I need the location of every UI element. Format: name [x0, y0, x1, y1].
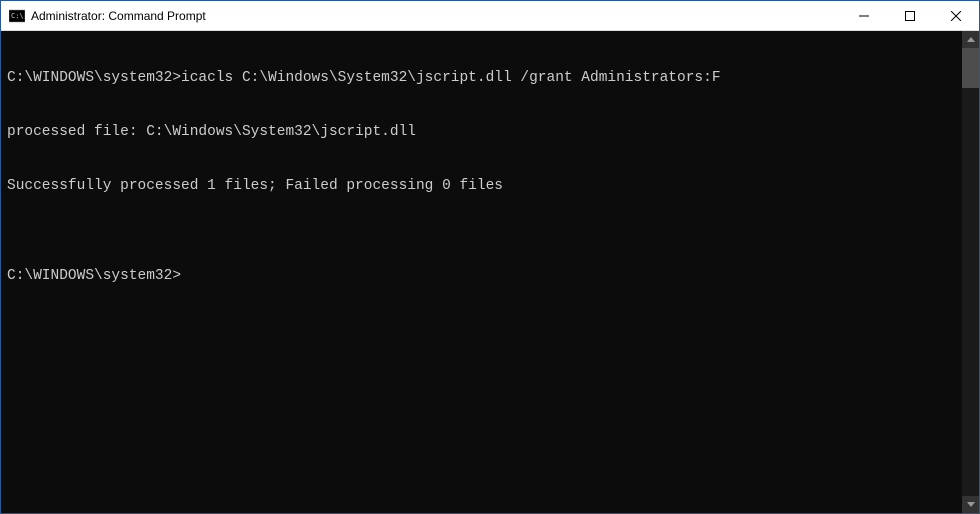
terminal-line: processed file: C:\Windows\System32\jscr… — [7, 123, 962, 141]
vertical-scrollbar[interactable] — [962, 31, 979, 513]
svg-text:C:\: C:\ — [11, 12, 24, 20]
titlebar[interactable]: C:\ Administrator: Command Prompt — [1, 1, 979, 31]
terminal[interactable]: C:\WINDOWS\system32>icacls C:\Windows\Sy… — [1, 31, 962, 513]
terminal-line: C:\WINDOWS\system32>icacls C:\Windows\Sy… — [7, 69, 962, 87]
scrollbar-track[interactable] — [962, 48, 979, 496]
maximize-button[interactable] — [887, 1, 933, 30]
window-title: Administrator: Command Prompt — [31, 9, 841, 23]
close-button[interactable] — [933, 1, 979, 30]
terminal-line: Successfully processed 1 files; Failed p… — [7, 177, 962, 195]
minimize-button[interactable] — [841, 1, 887, 30]
scrollbar-thumb[interactable] — [962, 48, 979, 88]
command-prompt-window: C:\ Administrator: Command Prompt C:\WIN… — [0, 0, 980, 514]
app-icon: C:\ — [9, 8, 25, 24]
terminal-container: C:\WINDOWS\system32>icacls C:\Windows\Sy… — [1, 31, 979, 513]
terminal-line: C:\WINDOWS\system32> — [7, 267, 962, 285]
scrollbar-down-arrow-icon[interactable] — [962, 496, 979, 513]
window-controls — [841, 1, 979, 30]
scrollbar-up-arrow-icon[interactable] — [962, 31, 979, 48]
